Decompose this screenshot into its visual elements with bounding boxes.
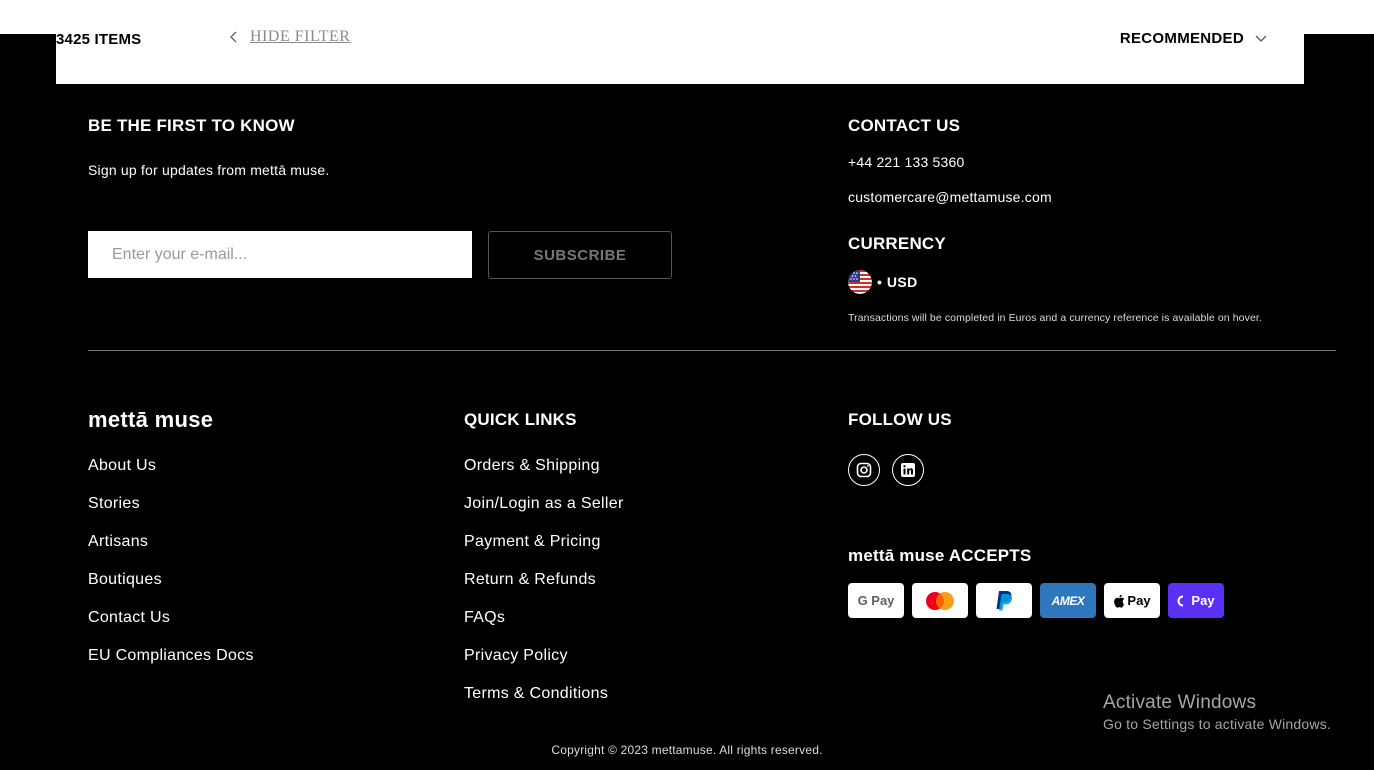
shop-pay-icon: Pay (1168, 583, 1224, 618)
contact-phone[interactable]: +44 221 133 5360 (848, 154, 964, 170)
link-terms-conditions[interactable]: Terms & Conditions (464, 684, 624, 722)
link-privacy-policy[interactable]: Privacy Policy (464, 646, 624, 684)
currency-bullet: • (877, 274, 882, 290)
sort-label: RECOMMENDED (1119, 30, 1244, 47)
hide-filter-toggle[interactable]: HIDE FILTER (228, 28, 350, 46)
link-seller-login[interactable]: Join/Login as a Seller (464, 494, 624, 532)
link-orders-shipping[interactable]: Orders & Shipping (464, 456, 624, 494)
follow-heading: FOLLOW US (848, 410, 952, 429)
link-return-refunds[interactable]: Return & Refunds (464, 570, 624, 608)
link-payment-pricing[interactable]: Payment & Pricing (464, 532, 624, 570)
apple-pay-text: Pay (1127, 593, 1151, 608)
hide-filter-label: HIDE FILTER (250, 28, 351, 45)
link-faqs[interactable]: FAQs (464, 608, 624, 646)
social-links (848, 454, 924, 486)
contact-heading: CONTACT US (848, 116, 961, 135)
linkedin-link[interactable] (892, 454, 924, 486)
instagram-link[interactable] (848, 454, 880, 486)
mastercard-icon (912, 583, 968, 618)
accepts-heading: mettā muse ACCEPTS (848, 546, 1032, 565)
currency-note: Transactions will be completed in Euros … (848, 312, 1262, 324)
google-pay-icon: G Pay (848, 583, 904, 618)
footer-divider (88, 350, 1336, 351)
items-count: 3425 ITEMS (56, 31, 142, 48)
brand-name: mettā muse (88, 407, 214, 432)
amex-text: AMEX (1051, 593, 1085, 608)
gpay-text: G Pay (857, 593, 895, 608)
link-artisans[interactable]: Artisans (88, 532, 254, 570)
subscribe-button[interactable]: SUBSCRIBE (488, 231, 672, 279)
us-flag-icon (848, 270, 872, 294)
activate-windows-title: Activate Windows (1103, 692, 1257, 713)
instagram-icon (856, 462, 872, 478)
brand-links: About Us Stories Artisans Boutiques Cont… (88, 456, 254, 684)
linkedin-icon (901, 463, 915, 477)
link-eu-compliances[interactable]: EU Compliances Docs (88, 646, 254, 684)
amex-icon: AMEX (1040, 583, 1096, 618)
paypal-icon (976, 583, 1032, 618)
newsletter-heading: BE THE FIRST TO KNOW (88, 116, 295, 135)
apple-pay-icon: Pay (1104, 583, 1160, 618)
activate-windows-subtitle: Go to Settings to activate Windows. (1103, 716, 1331, 732)
payment-methods: G Pay AMEX Pay Pay (848, 583, 1224, 618)
chevron-down-icon (1255, 35, 1267, 42)
email-field[interactable] (88, 231, 472, 278)
currency-selector[interactable]: • USD (848, 270, 918, 294)
currency-heading: CURRENCY (848, 234, 946, 253)
link-contact-us[interactable]: Contact Us (88, 608, 254, 646)
shop-pay-text: Pay (1191, 593, 1215, 608)
quick-links: Orders & Shipping Join/Login as a Seller… (464, 456, 624, 722)
link-stories[interactable]: Stories (88, 494, 254, 532)
copyright: Copyright © 2023 mettamuse. All rights r… (551, 743, 823, 757)
filter-bar: 3425 ITEMS HIDE FILTER RECOMMENDED (56, 0, 1304, 84)
quick-links-heading: QUICK LINKS (464, 410, 577, 429)
link-boutiques[interactable]: Boutiques (88, 570, 254, 608)
chevron-left-icon (230, 31, 237, 43)
currency-code: USD (886, 274, 918, 290)
contact-email[interactable]: customercare@mettamuse.com (848, 189, 1052, 205)
sort-dropdown[interactable]: RECOMMENDED (1120, 30, 1268, 47)
newsletter-subtext: Sign up for updates from mettā muse. (88, 162, 330, 178)
link-about-us[interactable]: About Us (88, 456, 254, 494)
